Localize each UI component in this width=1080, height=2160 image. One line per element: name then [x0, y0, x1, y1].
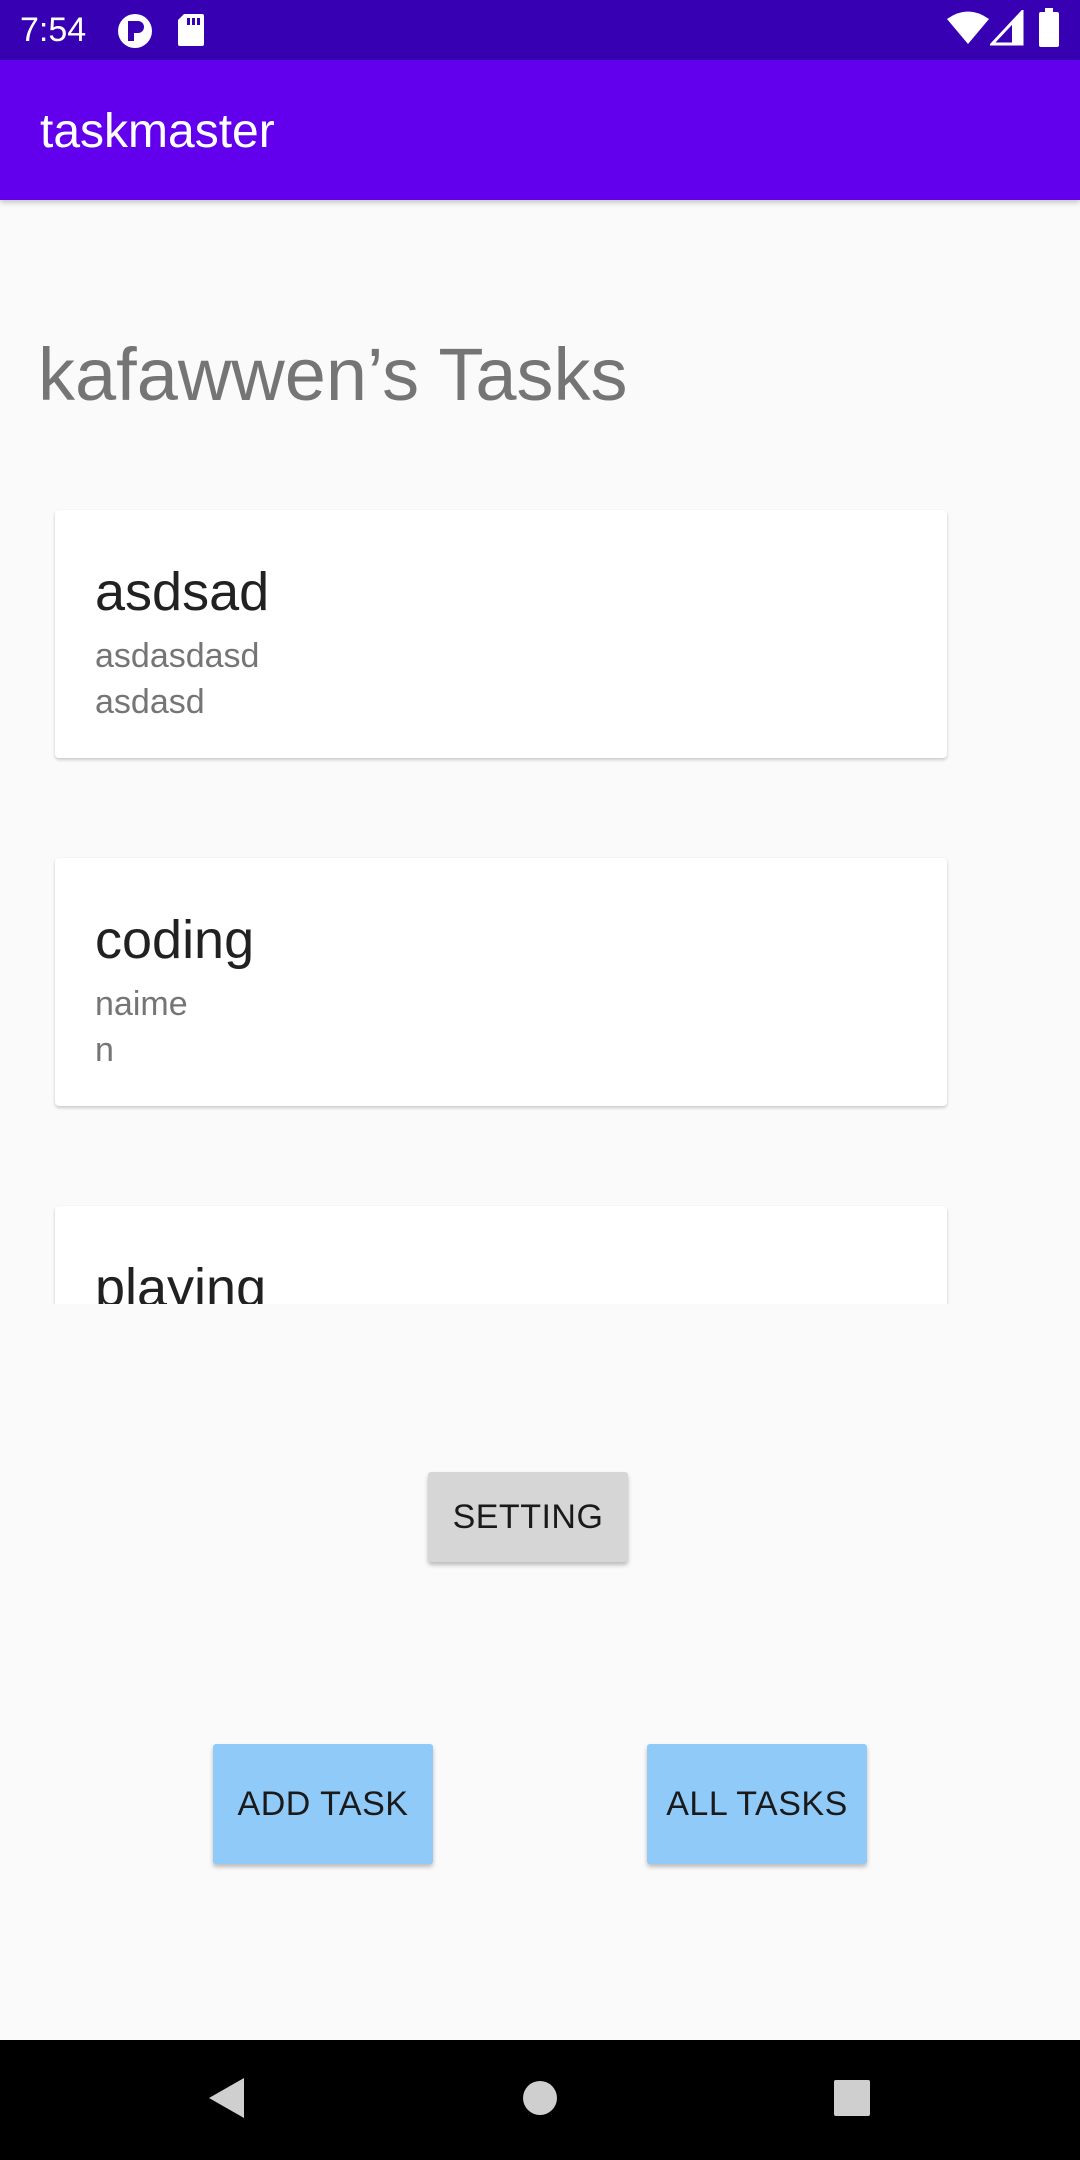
- app-bar: taskmaster: [0, 60, 1080, 200]
- app-title: taskmaster: [40, 105, 275, 158]
- recents-icon: [833, 2079, 871, 2122]
- task-body: naime: [95, 985, 188, 1023]
- task-card[interactable]: playing: [55, 1206, 947, 1304]
- wifi-icon: [946, 10, 990, 51]
- task-card[interactable]: asdsad asdasdasd asdasd: [55, 510, 947, 758]
- back-icon: [206, 2076, 246, 2125]
- setting-button[interactable]: SETTING: [428, 1472, 628, 1562]
- task-card[interactable]: coding naime n: [55, 858, 947, 1106]
- task-state: asdasd: [95, 683, 205, 721]
- status-time: 7:54: [20, 11, 87, 49]
- navigation-bar: [0, 2040, 1080, 2160]
- add-task-button[interactable]: ADD TASK: [213, 1744, 433, 1864]
- home-icon: [521, 2079, 559, 2122]
- sd-card-icon: [176, 12, 206, 53]
- all-tasks-button[interactable]: ALL TASKS: [647, 1744, 867, 1864]
- back-button[interactable]: [166, 2040, 286, 2160]
- page-heading: kafawwen’s Tasks: [38, 333, 628, 416]
- recents-button[interactable]: [792, 2040, 912, 2160]
- task-title: playing: [95, 1258, 267, 1304]
- status-bar: 7:54: [0, 0, 1080, 60]
- p-icon: [116, 12, 154, 55]
- task-title: asdsad: [95, 562, 270, 622]
- task-body: asdasdasd: [95, 637, 260, 675]
- task-list[interactable]: asdsad asdasdasd asdasd coding naime n p…: [0, 500, 1080, 1304]
- battery-icon: [1038, 8, 1060, 53]
- home-button[interactable]: [480, 2040, 600, 2160]
- app-root: 7:54 taskmaster kafawwen’s Tasks asdsad …: [0, 0, 1080, 2160]
- task-title: coding: [95, 910, 255, 970]
- task-state: n: [95, 1031, 114, 1069]
- signal-icon: [988, 8, 1024, 51]
